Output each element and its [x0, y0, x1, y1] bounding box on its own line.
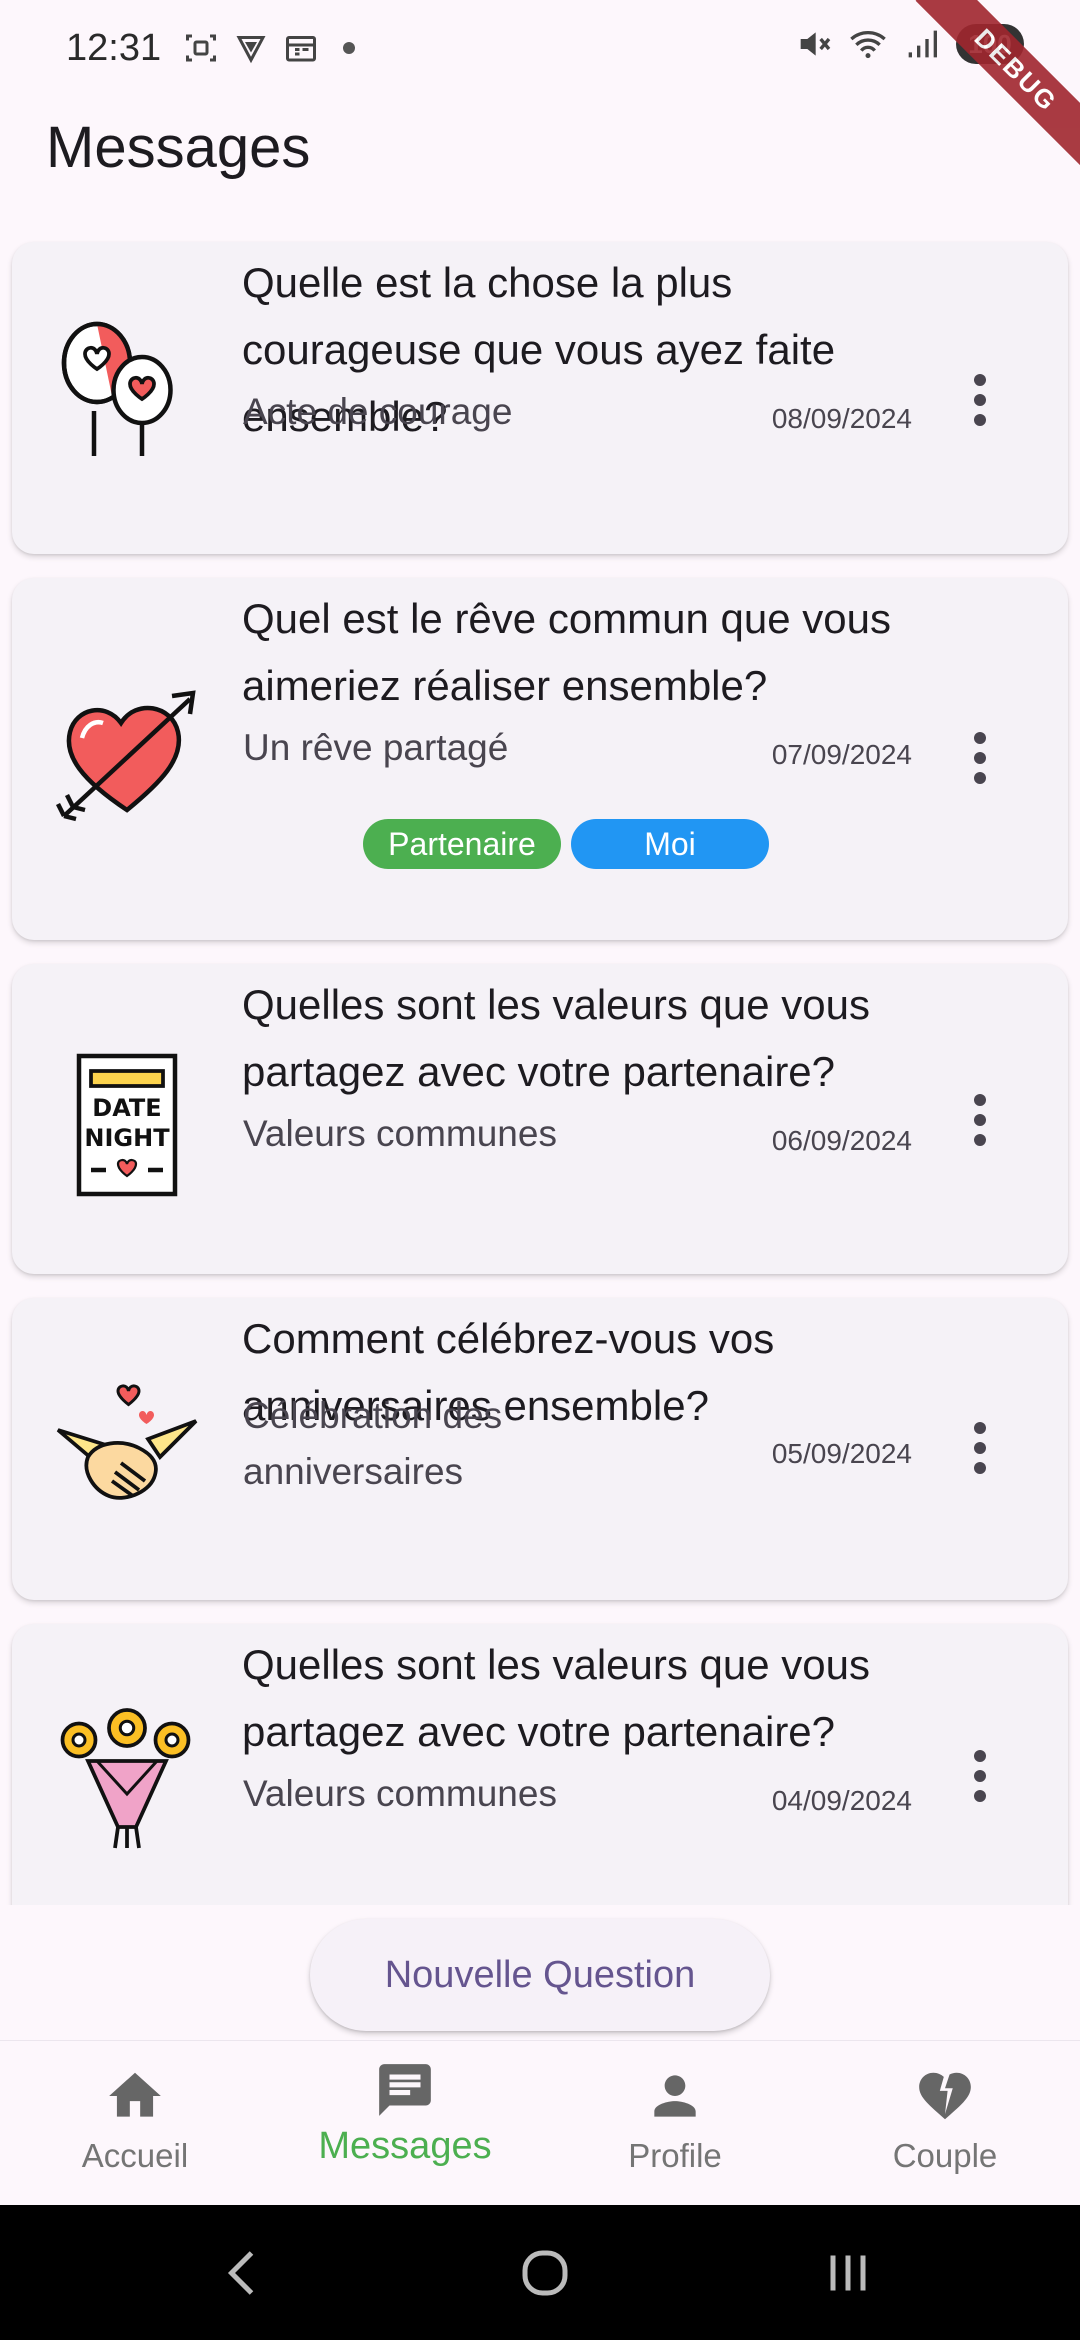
status-time: 12:31 [66, 26, 162, 69]
heart-arrow-icon [55, 690, 196, 822]
sign-text-date: DATE [92, 1094, 161, 1122]
date-night-sign-icon: DATE NIGHT [76, 1053, 178, 1197]
home-button-icon[interactable] [515, 2243, 575, 2303]
more-options-icon[interactable] [952, 718, 1008, 798]
system-navigation-bar [0, 2205, 1080, 2340]
calendar-icon [286, 36, 317, 62]
message-card[interactable]: DATE NIGHT Quelles sont les valeurs que … [12, 964, 1068, 1274]
home-icon [109, 2072, 161, 2117]
nav-label: Couple [892, 2137, 998, 2174]
nav-label: Accueil [81, 2137, 189, 2174]
more-options-icon[interactable] [952, 360, 1008, 440]
message-card[interactable]: Quel est le rêve commun que vous aimerie… [12, 578, 1068, 940]
more-options-icon[interactable] [952, 1080, 1008, 1160]
message-card[interactable]: Quelles sont les valeurs que vous partag… [12, 1624, 1068, 1905]
message-list[interactable]: Quelle est la chose la plus courageuse q… [0, 240, 1080, 1905]
balloons-heart-icon [61, 321, 173, 456]
bottom-navigation: Accueil Messages Profile Couple [0, 2040, 1080, 2205]
nav-item-couple[interactable]: Couple [810, 2041, 1080, 2206]
flower-bouquet-icon [60, 1708, 191, 1849]
more-options-icon[interactable] [952, 1736, 1008, 1816]
message-category: Un rêve partagé [243, 727, 509, 768]
nav-item-profile[interactable]: Profile [540, 2041, 810, 2206]
message-date: 06/09/2024 [771, 1125, 912, 1156]
sign-text-night: NIGHT [84, 1124, 170, 1152]
nav-item-accueil[interactable]: Accueil [0, 2041, 270, 2206]
message-card[interactable]: Quelle est la chose la plus courageuse q… [12, 242, 1068, 554]
signal-icon [908, 30, 937, 58]
debug-banner: DEBUG [915, 0, 1080, 171]
message-category: Acte de courage [243, 391, 513, 432]
wifi-icon [850, 31, 886, 59]
person-icon [654, 2075, 696, 2117]
more-options-icon[interactable] [952, 1408, 1008, 1488]
recent-apps-icon[interactable] [818, 2243, 878, 2303]
message-category: Valeurs communes [243, 1773, 557, 1814]
message-title: Quel est le rêve commun que vous aimerie… [242, 595, 891, 709]
nav-label: Messages [318, 2125, 492, 2167]
new-question-button[interactable]: Nouvelle Question [310, 1919, 770, 2031]
shield-icon [236, 36, 266, 64]
partner-answered-badge: Partenaire [363, 819, 561, 869]
message-date: 04/09/2024 [771, 1785, 912, 1816]
page-title: Messages [46, 115, 311, 180]
message-title: Quelles sont les valeurs que vous partag… [242, 981, 871, 1095]
message-title: Quelles sont les valeurs que vous partag… [242, 1641, 871, 1755]
message-card[interactable]: Comment célébrez-vous vos anniversaires … [12, 1298, 1068, 1600]
message-date: 07/09/2024 [771, 739, 912, 770]
mute-icon [800, 32, 831, 56]
me-answered-badge: Moi [571, 819, 769, 869]
screenshot-icon [186, 34, 217, 62]
back-icon[interactable] [214, 2243, 274, 2303]
broken-heart-icon [919, 2072, 971, 2120]
message-date: 05/09/2024 [771, 1438, 912, 1469]
message-icon [379, 2064, 431, 2116]
status-bar: 12:31 100 DEBUG [0, 0, 1080, 171]
message-category: Valeurs communes [243, 1113, 557, 1154]
notification-dot [343, 42, 356, 54]
holding-hands-icon [56, 1384, 198, 1500]
message-category: Célébration des anniversaires [243, 1395, 503, 1492]
nav-item-messages[interactable]: Messages [270, 2041, 540, 2206]
message-date: 08/09/2024 [771, 403, 912, 434]
nav-label: Profile [628, 2137, 722, 2174]
